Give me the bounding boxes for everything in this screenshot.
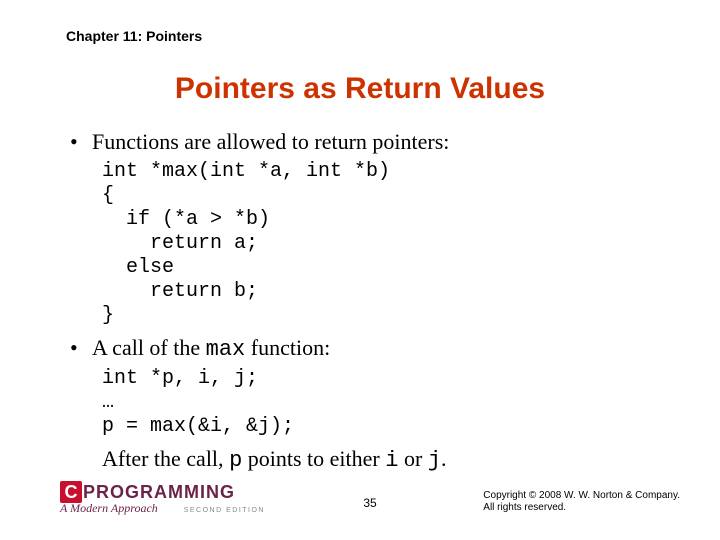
bullet-2-lead: A call of the: [92, 335, 206, 360]
footer: C PROGRAMMING A Modern Approach SECOND E…: [60, 474, 680, 522]
after-i: i: [385, 448, 398, 473]
after-mid: points to either: [242, 446, 385, 471]
after-call-text: After the call, p points to either i or …: [102, 445, 660, 475]
logo-edition: SECOND EDITION: [184, 507, 265, 514]
logo-approach: A Modern Approach: [60, 501, 158, 516]
slide: Chapter 11: Pointers Pointers as Return …: [0, 0, 720, 540]
after-dot: .: [441, 446, 447, 471]
bullet-2-text: A call of the max function:: [92, 334, 660, 364]
bullet-1: • Functions are allowed to return pointe…: [70, 128, 660, 156]
book-logo: C PROGRAMMING A Modern Approach SECOND E…: [60, 481, 265, 516]
bullet-2-tail: function:: [245, 335, 330, 360]
logo-c-icon: C: [60, 481, 82, 503]
bullet-2-code: max: [206, 337, 246, 362]
page-number: 35: [363, 496, 376, 510]
logo-top: C PROGRAMMING: [60, 481, 265, 503]
bullet-2: • A call of the max function:: [70, 334, 660, 364]
logo-subtitle: A Modern Approach SECOND EDITION: [60, 501, 265, 516]
logo-text: PROGRAMMING: [83, 482, 235, 503]
copyright-line-2: All rights reserved.: [483, 502, 680, 514]
code-block-1: int *max(int *a, int *b) { if (*a > *b) …: [102, 160, 660, 328]
slide-body: • Functions are allowed to return pointe…: [70, 128, 660, 475]
slide-title: Pointers as Return Values: [60, 72, 660, 106]
after-p: p: [229, 448, 242, 473]
copyright-line-1: Copyright © 2008 W. W. Norton & Company.: [483, 490, 680, 502]
chapter-label: Chapter 11: Pointers: [66, 28, 660, 44]
bullet-dot: •: [70, 334, 92, 364]
code-block-2: int *p, i, j; … p = max(&i, &j);: [102, 367, 660, 439]
copyright: Copyright © 2008 W. W. Norton & Company.…: [483, 490, 680, 514]
after-prefix: After the call,: [102, 446, 229, 471]
bullet-dot: •: [70, 128, 92, 156]
bullet-1-text: Functions are allowed to return pointers…: [92, 128, 660, 156]
after-j: j: [428, 448, 441, 473]
after-or: or: [398, 446, 427, 471]
